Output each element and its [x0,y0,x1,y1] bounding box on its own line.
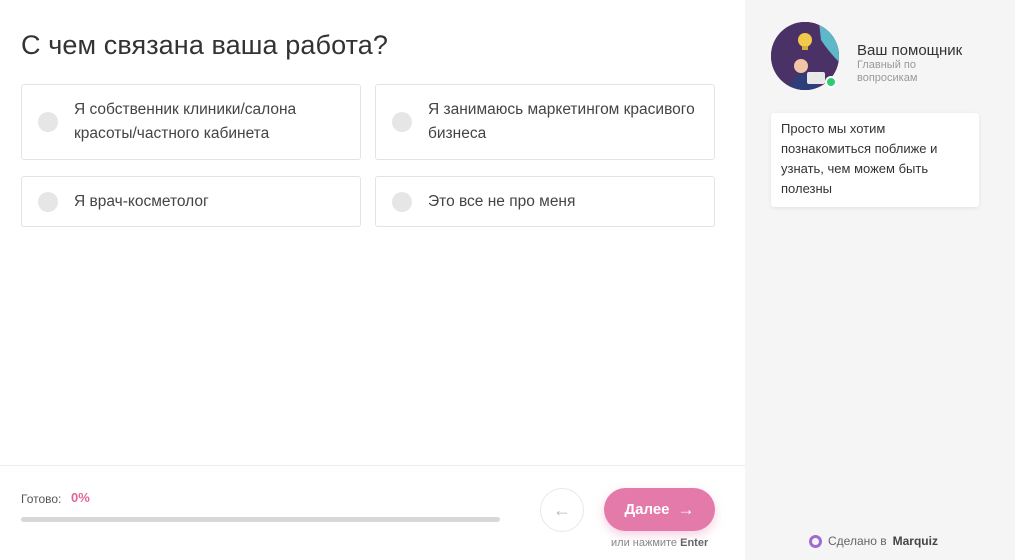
assistant-name: Ваш помощник [857,42,963,59]
progress-bar [21,517,500,522]
quiz-page: С чем связана ваша работа? Я собственник… [0,0,1015,560]
made-with-marquiz-link[interactable]: Сделано в Marquiz [809,534,938,548]
option-none[interactable]: Это все не про меня [375,176,715,227]
question-title: С чем связана ваша работа? [21,30,388,60]
assistant-sidebar: Ваш помощник Главный по вопросикам Прост… [745,0,1015,560]
option-label: Я собственник клиники/салона красоты/час… [74,101,297,142]
option-label: Я занимаюсь маркетингом красивого бизнес… [428,101,695,142]
marquiz-logo-icon [809,534,822,548]
option-marketing[interactable]: Я занимаюсь маркетингом красивого бизнес… [375,84,715,160]
radio-button[interactable] [38,191,58,212]
assistant-role: Главный по вопросикам [857,59,918,84]
online-status-icon [825,76,837,88]
enter-hint-prefix: или нажмите [611,537,678,549]
made-with-brand: Marquiz [892,534,938,548]
quiz-footer: Готово: 0% ← Далее → или нажмите Enter [0,465,745,560]
progress-label: Готово: [21,492,62,506]
made-with-prefix: Сделано в [828,534,887,548]
radio-button[interactable] [392,112,412,132]
option-label: Я врач-косметолог [74,192,209,210]
assistant-message: Просто мы хотим познакомиться поближе и … [771,113,979,207]
option-label: Это все не про меня [428,192,576,210]
next-button[interactable]: Далее → [604,488,715,531]
back-button[interactable]: ← [540,488,584,532]
arrow-right-icon: → [677,499,695,519]
radio-button[interactable] [392,191,412,212]
enter-hint-key: Enter [680,537,709,549]
arrow-left-icon: ← [553,499,571,520]
quiz-main: С чем связана ваша работа? Я собственник… [0,0,745,560]
radio-button[interactable] [38,112,58,132]
next-button-label: Далее [624,501,670,518]
progress-value: 0% [71,490,90,505]
enter-hint: или нажмите Enter [611,537,708,549]
option-clinic-owner[interactable]: Я собственник клиники/салона красоты/час… [21,84,361,160]
option-cosmetologist[interactable]: Я врач-косметолог [21,176,361,227]
